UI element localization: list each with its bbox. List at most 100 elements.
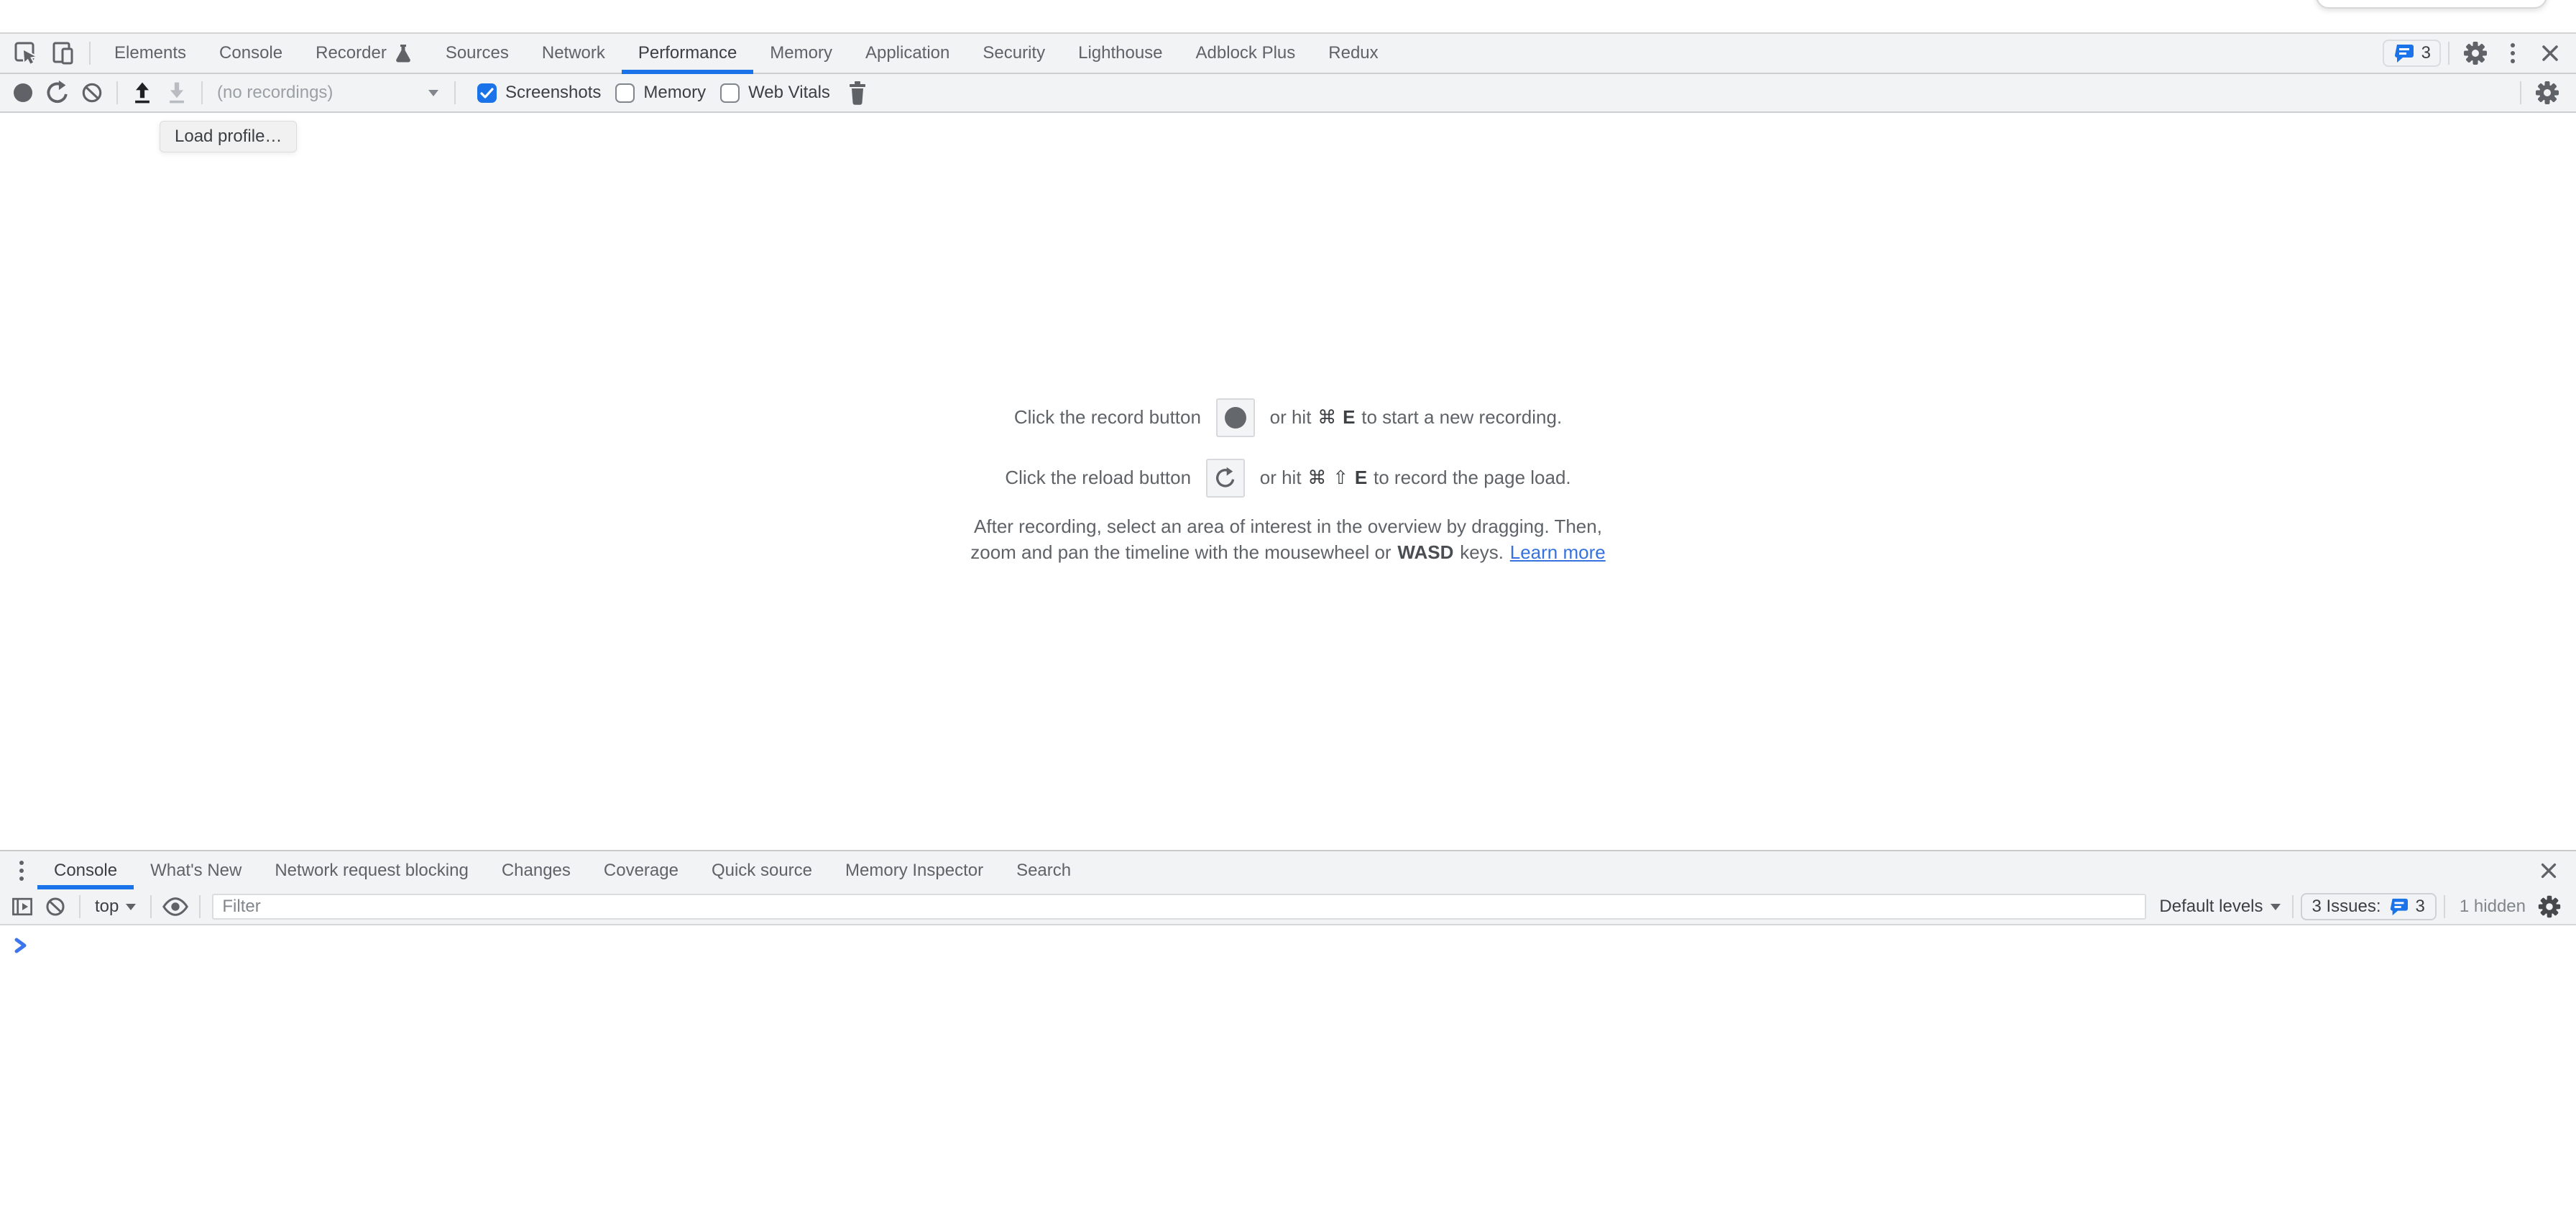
browser-page-strip [0, 0, 2576, 32]
issues-badge[interactable]: 3 [2383, 40, 2441, 67]
tab-sources[interactable]: Sources [429, 34, 525, 73]
web-vitals-checkbox[interactable] [720, 83, 740, 103]
tab-redux[interactable]: Redux [1312, 34, 1394, 73]
clear-recording-button[interactable] [75, 75, 109, 111]
record-and-reload-button[interactable] [40, 75, 75, 111]
hint-text-1: After recording, select an area of inter… [974, 513, 1602, 539]
devtools-window: Elements Console Recorder Sources Networ… [0, 0, 2576, 1206]
tab-lighthouse[interactable]: Lighthouse [1062, 34, 1179, 73]
create-live-expression-button[interactable] [159, 889, 192, 925]
console-prompt-chevron-icon [13, 937, 29, 954]
eye-icon [162, 895, 189, 918]
tab-memory[interactable]: Memory [753, 34, 849, 73]
browser-popup-remnant [2316, 0, 2547, 9]
record-button[interactable] [6, 75, 40, 111]
devtools-tab-bar: Elements Console Recorder Sources Networ… [0, 32, 2576, 74]
drawer-tab-whats-new[interactable]: What's New [134, 851, 258, 889]
chevron-down-icon [126, 904, 136, 910]
drawer-tab-memory-inspector[interactable]: Memory Inspector [829, 851, 1000, 889]
reload-button-illustration [1206, 459, 1245, 498]
record-line-mid: or hit [1270, 406, 1312, 429]
checkmark-icon [480, 88, 494, 99]
divider [2444, 895, 2445, 918]
more-options-button[interactable] [2494, 35, 2531, 71]
gear-icon [2461, 39, 2490, 68]
divider [79, 895, 80, 918]
cmd-key: ⌘ [1307, 467, 1326, 489]
settings-button[interactable] [2457, 35, 2494, 71]
context-selector-value: top [95, 897, 119, 917]
divider [454, 81, 456, 104]
reload-line-mid: or hit [1260, 467, 1302, 489]
console-messages-area[interactable] [0, 937, 2576, 1218]
drawer-tab-search[interactable]: Search [1000, 851, 1087, 889]
drawer-tab-coverage[interactable]: Coverage [587, 851, 695, 889]
performance-toolbar: (no recordings) Screenshots Memory Web V… [0, 74, 2576, 113]
drawer-menu-button[interactable] [6, 853, 37, 889]
screenshots-checkbox[interactable] [477, 83, 497, 103]
web-vitals-checkbox-group[interactable]: Web Vitals [720, 83, 830, 103]
divider [201, 81, 203, 104]
record-line-post: to start a new recording. [1361, 406, 1562, 429]
save-profile-button[interactable] [160, 75, 194, 111]
reload-instruction-line: Click the reload button or hit ⌘ ⇧ E to … [1005, 459, 1570, 498]
collect-garbage-button[interactable] [840, 75, 875, 111]
hidden-messages-count: 1 hidden [2460, 897, 2526, 917]
tab-adblock-plus[interactable]: Adblock Plus [1179, 34, 1312, 73]
record-line-pre: Click the record button [1014, 406, 1201, 429]
issues-button-label: 3 Issues: [2312, 897, 2381, 917]
console-filter-input[interactable] [212, 894, 2146, 920]
divider [116, 81, 118, 104]
tab-console[interactable]: Console [203, 34, 299, 73]
block-icon [79, 80, 105, 106]
hint-text-3: keys. [1460, 539, 1504, 565]
log-levels-selector[interactable]: Default levels [2159, 897, 2280, 917]
device-toolbar-button[interactable] [45, 35, 82, 71]
kebab-icon [19, 861, 24, 881]
block-icon [43, 894, 68, 919]
console-sidebar-toggle[interactable] [6, 889, 39, 925]
tab-performance[interactable]: Performance [622, 34, 753, 73]
gear-icon [2533, 78, 2562, 107]
e-key: E [1343, 406, 1355, 429]
tab-recorder[interactable]: Recorder [299, 34, 429, 73]
screenshots-checkbox-group[interactable]: Screenshots [477, 83, 601, 103]
inspect-cursor-icon [12, 39, 40, 68]
memory-checkbox[interactable] [615, 83, 635, 103]
recordings-select[interactable]: (no recordings) [210, 78, 447, 107]
drawer-tab-changes[interactable]: Changes [485, 851, 587, 889]
console-toolbar: top Default levels 3 Issues: 3 [0, 889, 2576, 925]
web-vitals-label: Web Vitals [748, 83, 830, 103]
tab-network[interactable]: Network [525, 34, 622, 73]
drawer-tab-console[interactable]: Console [37, 851, 134, 889]
console-settings-button[interactable] [2533, 889, 2566, 925]
learn-more-link[interactable]: Learn more [1510, 539, 1606, 565]
log-levels-value: Default levels [2159, 897, 2263, 917]
close-drawer-button[interactable] [2530, 853, 2567, 889]
drawer-tab-quick-source[interactable]: Quick source [695, 851, 829, 889]
inspect-element-button[interactable] [7, 35, 45, 71]
issues-button[interactable]: 3 Issues: 3 [2301, 893, 2437, 920]
tab-elements[interactable]: Elements [98, 34, 203, 73]
capture-settings-button[interactable] [2529, 75, 2566, 111]
hint-line-2: zoom and pan the timeline with the mouse… [970, 539, 1605, 565]
upload-icon [129, 80, 155, 106]
screenshots-label: Screenshots [505, 83, 601, 103]
clear-console-button[interactable] [39, 889, 72, 925]
tab-security[interactable]: Security [966, 34, 1062, 73]
memory-checkbox-group[interactable]: Memory [615, 83, 706, 103]
cmd-key: ⌘ [1317, 406, 1336, 429]
record-icon [14, 83, 32, 102]
issues-bubble-icon [2393, 43, 2414, 63]
divider [89, 42, 91, 65]
close-devtools-button[interactable] [2531, 35, 2569, 71]
gear-icon [2536, 893, 2563, 920]
console-prompt[interactable] [13, 937, 2576, 958]
load-profile-button[interactable] [125, 75, 160, 111]
issues-bubble-icon [2388, 897, 2409, 916]
shift-key: ⇧ [1333, 467, 1348, 489]
tab-application[interactable]: Application [849, 34, 966, 73]
reload-line-post: to record the page load. [1374, 467, 1571, 489]
context-selector[interactable]: top [88, 897, 143, 917]
drawer-tab-network-request-blocking[interactable]: Network request blocking [258, 851, 484, 889]
